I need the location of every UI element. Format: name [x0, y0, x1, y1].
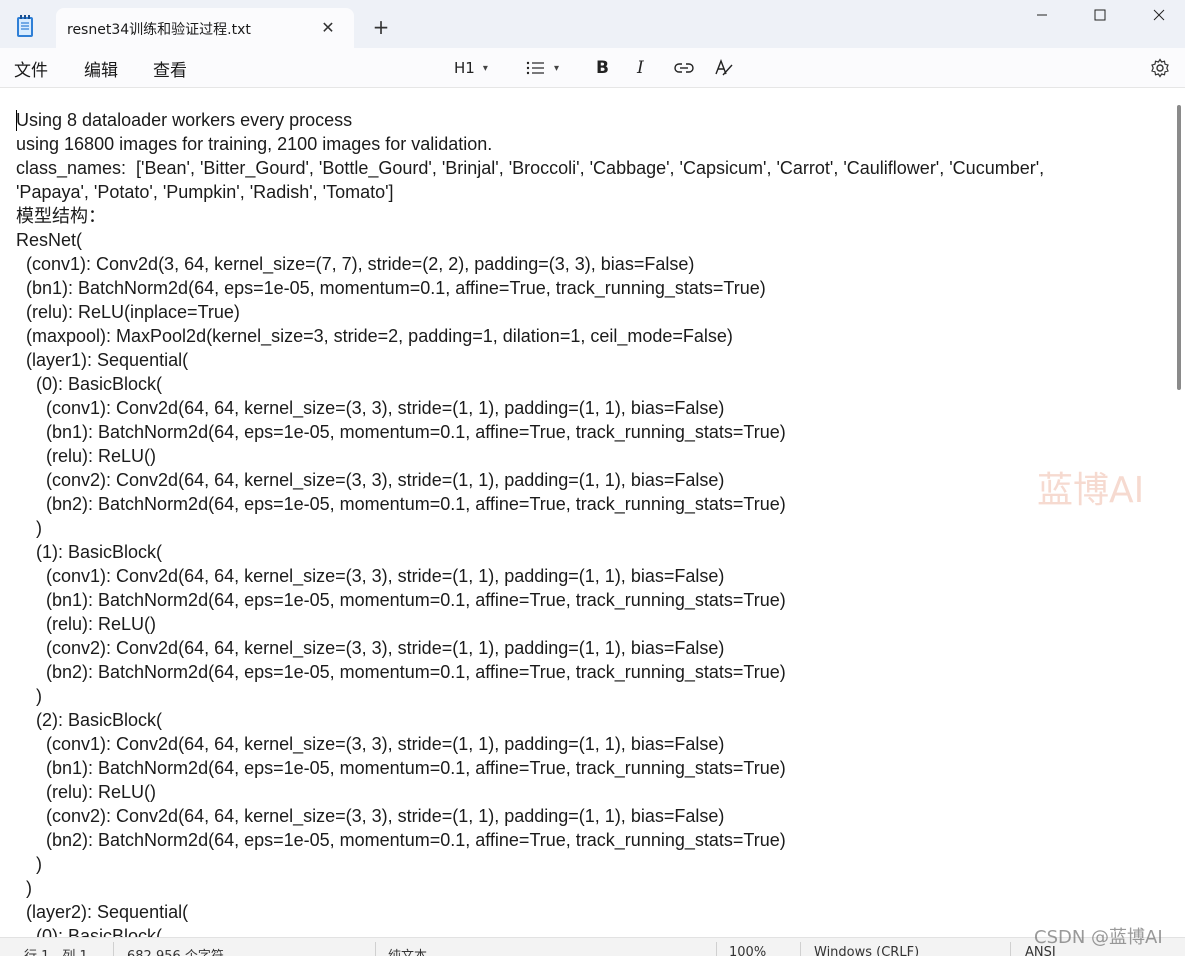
text-line: (relu): ReLU(): [16, 782, 157, 802]
tab-document[interactable]: resnet34训练和验证过程.txt ✕: [56, 8, 354, 48]
text-line: (bn2): BatchNorm2d(64, eps=1e-05, moment…: [16, 830, 786, 850]
status-divider: [716, 942, 717, 956]
text-line: (conv1): Conv2d(64, 64, kernel_size=(3, …: [16, 566, 725, 586]
character-count: 682,956 个字符: [127, 945, 224, 956]
menu-edit[interactable]: 编辑: [84, 56, 118, 81]
new-tab-button[interactable]: +: [370, 16, 392, 38]
title-bar: resnet34训练和验证过程.txt ✕ +: [0, 0, 1185, 48]
gear-icon: [1151, 58, 1169, 78]
line-ending[interactable]: Windows (CRLF): [814, 945, 919, 956]
text-line: (relu): ReLU(): [16, 446, 157, 466]
heading-dropdown[interactable]: H1 ▾: [454, 54, 488, 82]
text-line: (1): BasicBlock(: [16, 542, 163, 562]
text-line: (maxpool): MaxPool2d(kernel_size=3, stri…: [16, 326, 733, 346]
text-format[interactable]: 纯文本: [388, 945, 427, 956]
maximize-button[interactable]: [1075, 0, 1125, 30]
text-line: (relu): ReLU(): [16, 614, 157, 634]
link-icon: [674, 63, 694, 73]
text-line: (conv1): Conv2d(64, 64, kernel_size=(3, …: [16, 734, 725, 754]
status-bar: 行 1，列 1 682,956 个字符 纯文本 100% Windows (CR…: [0, 937, 1185, 956]
text-line: ): [16, 518, 42, 538]
text-line: ): [16, 854, 42, 874]
text-editor[interactable]: Using 8 dataloader workers every process…: [0, 89, 1185, 937]
status-divider: [375, 942, 376, 956]
text-line: (2): BasicBlock(: [16, 710, 163, 730]
text-line: (conv2): Conv2d(64, 64, kernel_size=(3, …: [16, 806, 725, 826]
text-line: ): [16, 878, 32, 898]
link-button[interactable]: [674, 54, 694, 82]
minimize-icon: [1037, 14, 1047, 16]
status-divider: [800, 942, 801, 956]
bold-icon: B: [596, 58, 609, 78]
bold-button[interactable]: B: [596, 54, 609, 82]
menu-view[interactable]: 查看: [153, 56, 187, 81]
list-icon: [526, 61, 544, 75]
list-dropdown[interactable]: ▾: [526, 54, 559, 82]
text-line: (layer1): Sequential(: [16, 350, 189, 370]
text-line: using 16800 images for training, 2100 im…: [16, 134, 493, 154]
text-line: ResNet(: [16, 230, 83, 250]
chevron-down-icon: ▾: [482, 62, 488, 74]
text-line: 模型结构：: [16, 206, 106, 226]
text-line: (bn1): BatchNorm2d(64, eps=1e-05, moment…: [16, 422, 786, 442]
vertical-scrollbar[interactable]: [1177, 105, 1181, 390]
italic-icon: I: [637, 58, 644, 78]
menu-file[interactable]: 文件: [14, 56, 48, 81]
text-line: class_names: ['Bean', 'Bitter_Gourd', 'B…: [16, 158, 1045, 178]
tab-title: resnet34训练和验证过程.txt: [67, 22, 251, 38]
editor-content[interactable]: Using 8 dataloader workers every process…: [16, 108, 1044, 937]
csdn-watermark: CSDN @蓝博AI: [1034, 927, 1163, 948]
close-icon: [1153, 9, 1165, 21]
settings-button[interactable]: [1150, 54, 1170, 82]
text-line: (0): BasicBlock(: [16, 926, 163, 937]
menu-bar: 文件 编辑 查看 H1 ▾ ▾ B I: [0, 48, 1185, 88]
status-divider: [113, 942, 114, 956]
heading-label: H1: [454, 59, 475, 77]
close-window-button[interactable]: [1134, 0, 1184, 30]
clear-formatting-icon: [715, 59, 733, 76]
text-line: (bn1): BatchNorm2d(64, eps=1e-05, moment…: [16, 278, 766, 298]
maximize-icon: [1094, 9, 1106, 21]
minimize-button[interactable]: [1017, 0, 1067, 30]
text-line: (bn1): BatchNorm2d(64, eps=1e-05, moment…: [16, 758, 786, 778]
text-line: Using 8 dataloader workers every process: [16, 110, 353, 130]
zoom-level[interactable]: 100%: [729, 945, 766, 956]
text-line: (relu): ReLU(inplace=True): [16, 302, 240, 322]
notepad-icon: [15, 14, 35, 38]
status-divider: [1010, 942, 1011, 956]
text-line: (layer2): Sequential(: [16, 902, 189, 922]
text-caret: [16, 110, 17, 131]
italic-button[interactable]: I: [637, 54, 644, 82]
text-line: (0): BasicBlock(: [16, 374, 163, 394]
text-line: (bn2): BatchNorm2d(64, eps=1e-05, moment…: [16, 494, 786, 514]
text-line: (bn1): BatchNorm2d(64, eps=1e-05, moment…: [16, 590, 786, 610]
text-line: (bn2): BatchNorm2d(64, eps=1e-05, moment…: [16, 662, 786, 682]
text-line: 'Papaya', 'Potato', 'Pumpkin', 'Radish',…: [16, 182, 394, 202]
chevron-down-icon: ▾: [554, 62, 560, 74]
text-line: (conv2): Conv2d(64, 64, kernel_size=(3, …: [16, 470, 725, 490]
text-line: (conv1): Conv2d(3, 64, kernel_size=(7, 7…: [16, 254, 695, 274]
cursor-position: 行 1，列 1: [24, 945, 88, 956]
text-line: (conv1): Conv2d(64, 64, kernel_size=(3, …: [16, 398, 725, 418]
watermark: 蓝博AI: [1037, 470, 1145, 511]
clear-formatting-button[interactable]: [714, 54, 734, 82]
text-line: ): [16, 686, 42, 706]
close-tab-icon[interactable]: ✕: [318, 18, 338, 38]
text-line: (conv2): Conv2d(64, 64, kernel_size=(3, …: [16, 638, 725, 658]
